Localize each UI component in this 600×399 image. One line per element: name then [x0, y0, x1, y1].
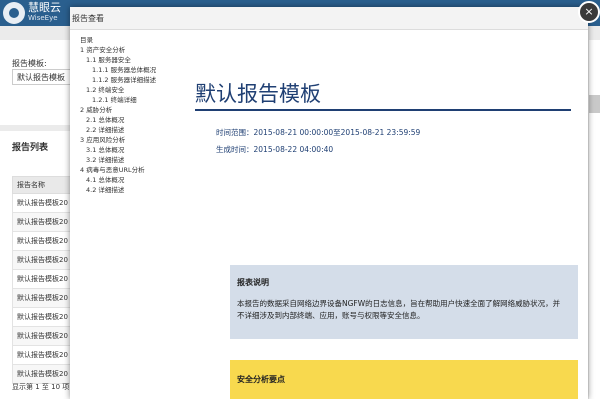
report-list-title: 报告列表 [12, 143, 49, 153]
wiseeye-logo-icon [3, 2, 25, 24]
toc-item[interactable]: 1.2.1 终端详细 [80, 95, 190, 105]
panel-separator [0, 125, 70, 131]
right-panel-control [589, 95, 600, 113]
toc-item[interactable]: 1 资产安全分析 [80, 45, 190, 55]
dialog-title: 报告查看 [72, 14, 104, 23]
close-icon[interactable]: × [578, 1, 600, 23]
right-panel-edge [589, 40, 600, 399]
table-row[interactable]: 默认报告模板20 [12, 194, 72, 213]
toc-item[interactable]: 4.2 详细描述 [80, 185, 190, 195]
toc-item[interactable]: 1.2 终端安全 [80, 85, 190, 95]
toc-item[interactable]: 4.1 总体概况 [80, 175, 190, 185]
pagination-info: 显示第 1 至 10 项 [12, 383, 70, 391]
brand-name: 慧眼云 [28, 1, 61, 14]
description-text: 本报告的数据采自网络边界设备NGFW的日志信息，旨在帮助用户快速全面了解网络威胁… [237, 299, 561, 320]
template-select[interactable]: 默认报告模板 [12, 69, 72, 85]
table-row[interactable]: 默认报告模板20 [12, 213, 72, 232]
time-range: 时间范围：2015-08-21 00:00:00至2015-08-21 23:5… [216, 128, 421, 137]
toc-item[interactable]: 2.1 总体概况 [80, 115, 190, 125]
toc-item[interactable]: 3 应用风险分析 [80, 135, 190, 145]
table-of-contents: 目录 1 资产安全分析 1.1 服务器安全 1.1.1 服务器总体概况 1.1.2 服务… [80, 35, 190, 195]
toc-item[interactable]: 3.1 总体概况 [80, 145, 190, 155]
toc-item[interactable]: 1.1.1 服务器总体概况 [80, 65, 190, 75]
table-row[interactable]: 默认报告模板20 [12, 251, 72, 270]
toc-item[interactable]: 2.2 详细描述 [80, 125, 190, 135]
toc-item[interactable]: 1.1 服务器安全 [80, 55, 190, 65]
toc-item[interactable]: 1.1.2 服务器详细描述 [80, 75, 190, 85]
report-description-box: 报表说明 本报告的数据采自网络边界设备NGFW的日志信息，旨在帮助用户快速全面了… [230, 265, 578, 339]
table-row[interactable]: 默认报告模板20 [12, 270, 72, 289]
toc-item[interactable]: 3.2 详细描述 [80, 155, 190, 165]
toc-item[interactable]: 2 威胁分析 [80, 105, 190, 115]
table-row[interactable]: 默认报告模板20 [12, 289, 72, 308]
brand-name-en: WiseEye [28, 14, 58, 22]
description-heading: 报表说明 [237, 278, 269, 287]
template-label: 报告模板: [12, 59, 47, 68]
table-row[interactable]: 默认报告模板20 [12, 327, 72, 346]
toc-item: 目录 [80, 36, 93, 44]
security-analysis-box: 安全分析要点 [230, 360, 578, 399]
generated-time: 生成时间：2015-08-22 04:00:40 [216, 145, 334, 154]
security-analysis-heading: 安全分析要点 [237, 375, 285, 384]
report-content: 默认报告模板 时间范围：2015-08-21 00:00:00至2015-08-… [195, 29, 588, 399]
toc-item[interactable]: 4 病毒与恶意URL分析 [80, 165, 190, 175]
report-title: 默认报告模板 [195, 82, 321, 106]
dialog-title-bar: 报告查看 [70, 7, 588, 30]
table-row[interactable]: 默认报告模板20 [12, 346, 72, 365]
table-row[interactable]: 默认报告模板20 [12, 232, 72, 251]
title-divider [195, 109, 571, 111]
report-view-dialog: 报告查看 × 目录 1 资产安全分析 1.1 服务器安全 1.1.1 服务器总体概况 1… [70, 1, 600, 399]
table-row[interactable]: 默认报告模板20 [12, 308, 72, 327]
table-header-report-name[interactable]: 报告名称 [12, 176, 72, 194]
